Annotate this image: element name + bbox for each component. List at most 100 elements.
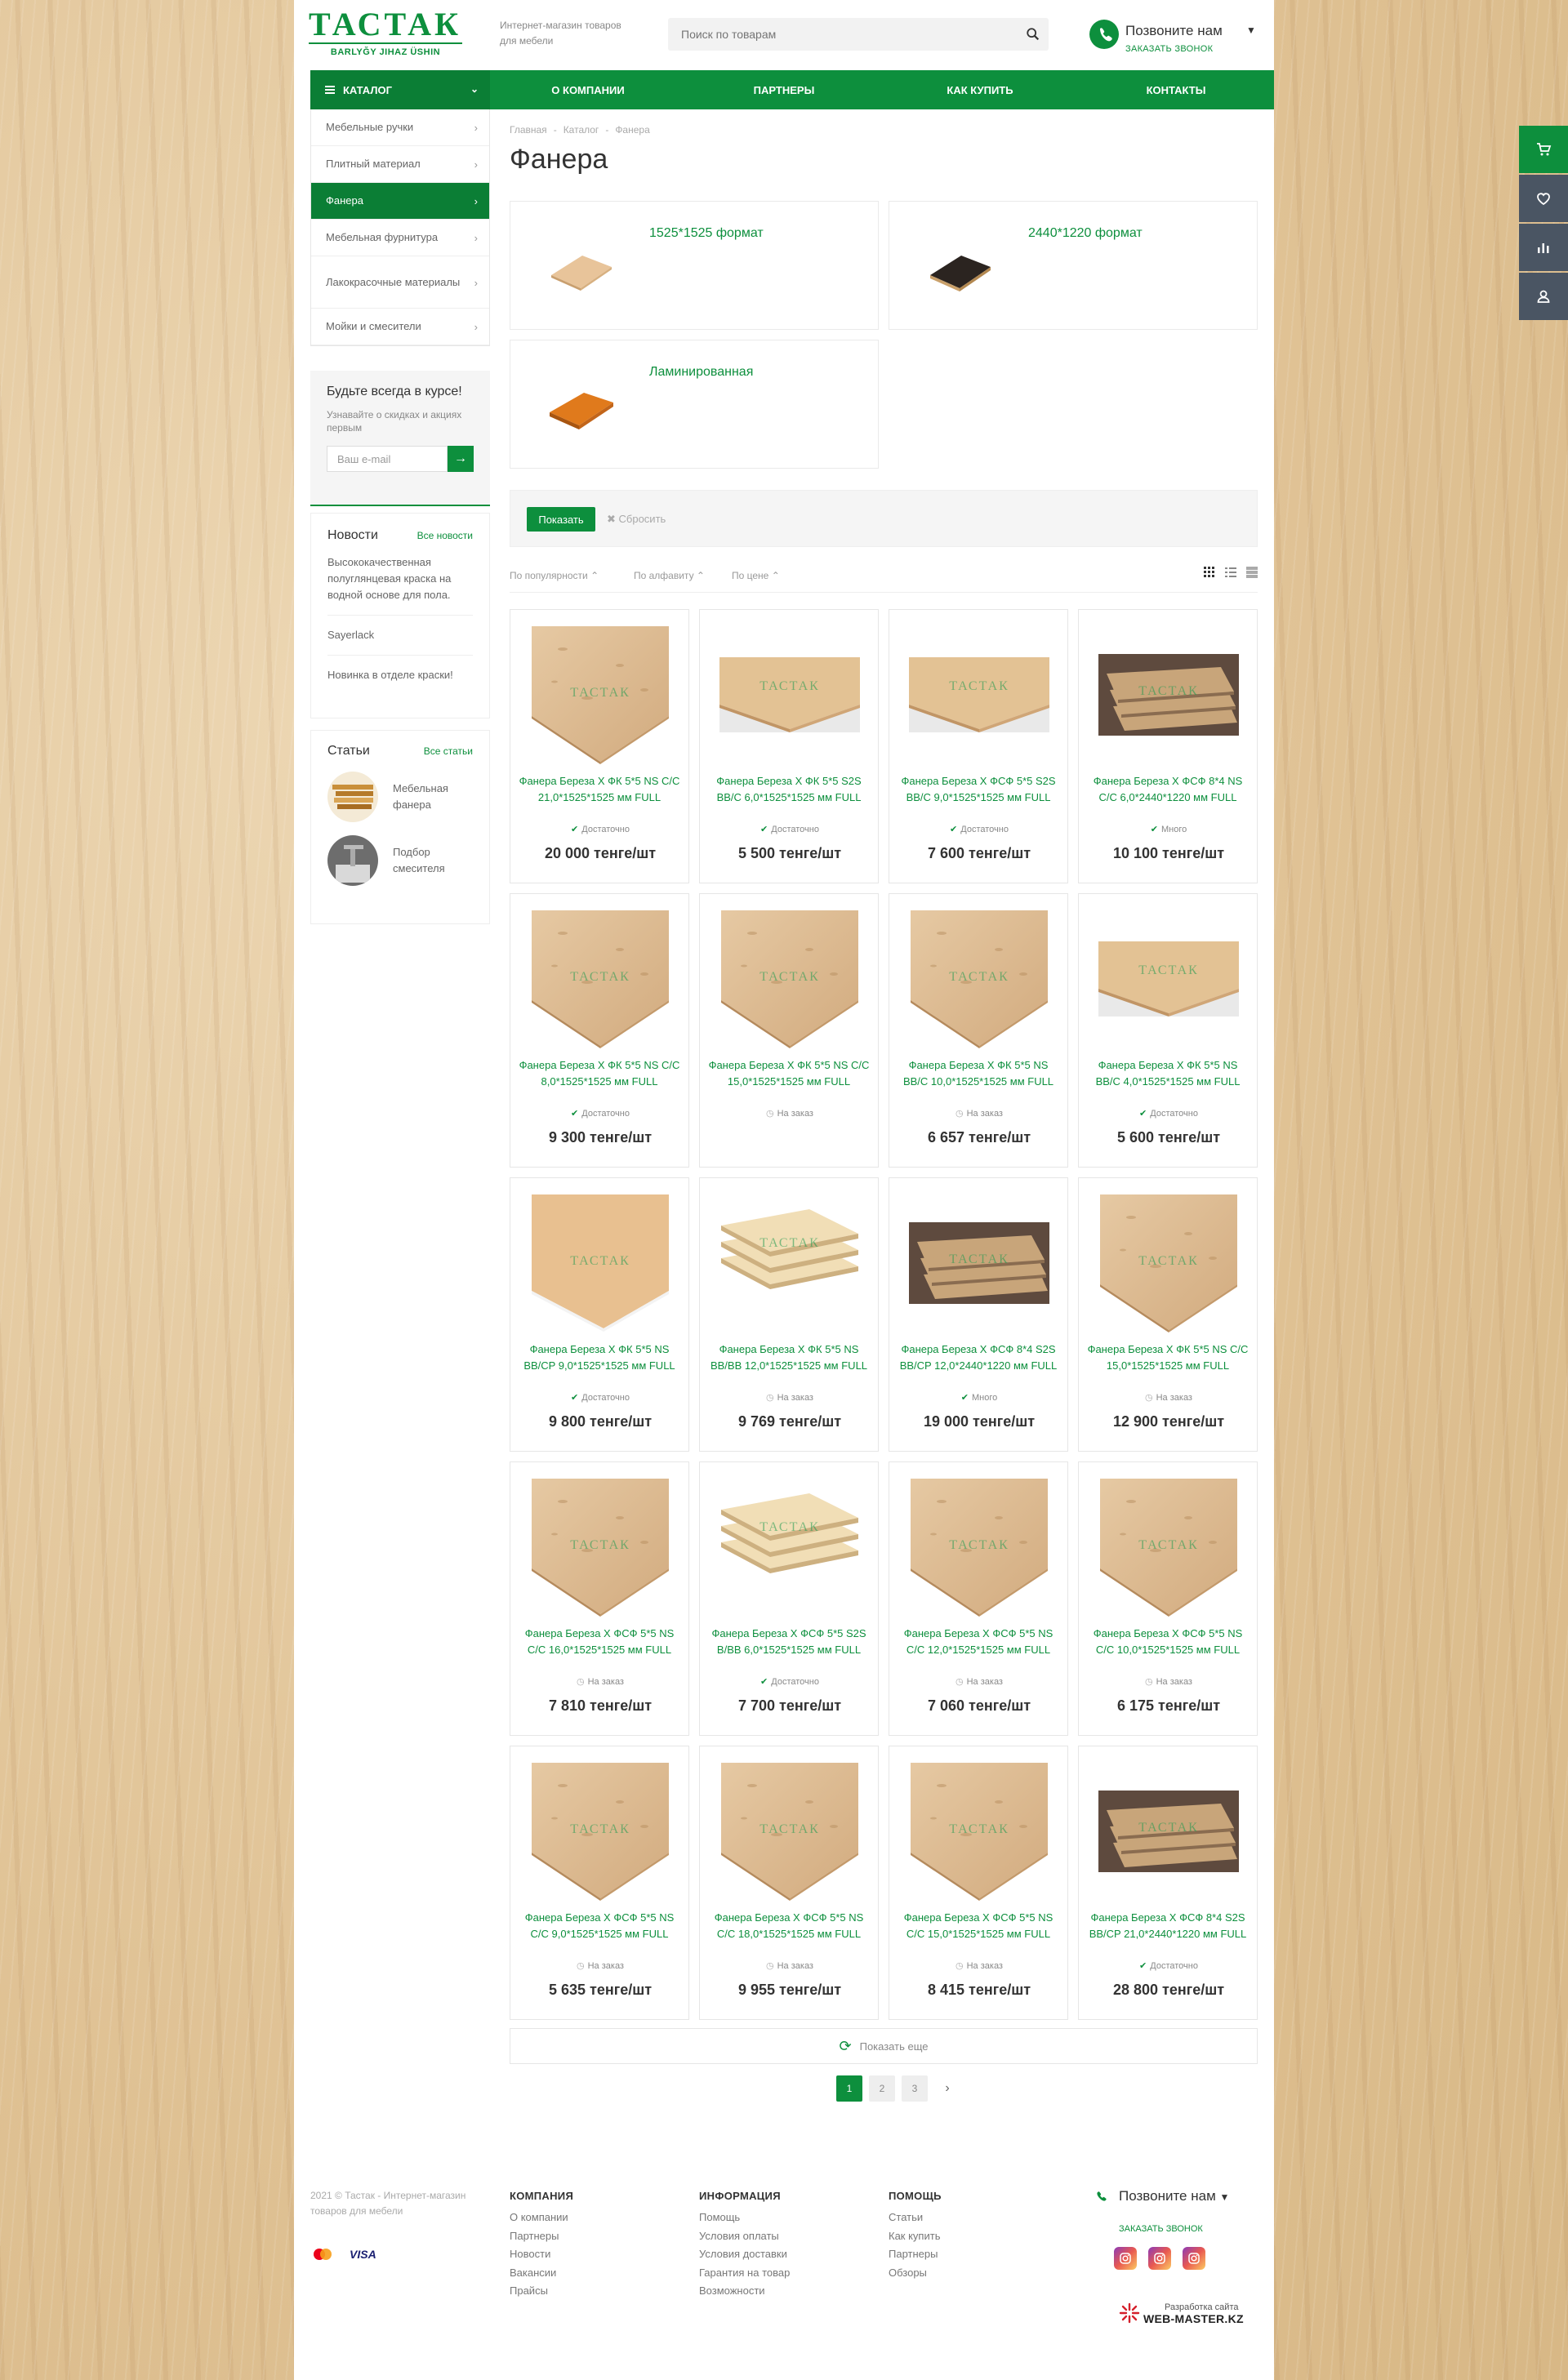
product-name[interactable]: Фанера Береза Х ФСФ 5*5 NS C/C 9,0*1525*… <box>519 1910 680 1942</box>
product-image[interactable]: ТАСТАК <box>909 909 1049 1049</box>
product-card[interactable]: ТАСТАК Фанера Береза Х ФСФ 5*5 NS C/C 18,… <box>699 1746 879 2020</box>
product-card[interactable]: ТАСТАК Фанера Береза Х ФСФ 5*5 S2S B/BB 6… <box>699 1461 879 1736</box>
product-name[interactable]: Фанера Береза Х ФСФ 5*5 S2S BB/C 9,0*152… <box>898 773 1059 806</box>
product-name[interactable]: Фанера Береза Х ФСФ 8*4 NS C/C 6,0*2440*… <box>1087 773 1249 806</box>
nav-how-to-buy[interactable]: КАК КУПИТЬ <box>882 70 1078 109</box>
nav-partners[interactable]: ПАРТНЕРЫ <box>686 70 882 109</box>
nav-about[interactable]: О КОМПАНИИ <box>490 70 686 109</box>
sidebar-item-sinks[interactable]: Мойки и смесители › <box>311 309 489 345</box>
all-news-link[interactable]: Все новости <box>417 530 473 541</box>
product-image[interactable]: ТАСТАК <box>1098 625 1239 765</box>
cart-button[interactable] <box>1519 126 1568 173</box>
product-image[interactable]: ТАСТАК <box>719 625 860 765</box>
show-more-button[interactable]: ⟳ Показать еще <box>510 2028 1258 2064</box>
sort-popularity[interactable]: По популярности ⌃ <box>510 570 599 581</box>
product-name[interactable]: Фанера Береза Х ФК 5*5 S2S BB/C 6,0*1525… <box>708 773 870 806</box>
all-articles-link[interactable]: Все статьи <box>424 745 473 757</box>
grid-view-icon[interactable] <box>1204 567 1215 578</box>
sidebar-item-paints[interactable]: Лакокрасочные материалы › <box>311 256 489 309</box>
product-card[interactable]: ТАСТАК Фанера Береза Х ФК 5*5 NS BB/C 10,… <box>889 893 1068 1168</box>
footer-link[interactable]: Вакансии <box>510 2264 573 2283</box>
product-image[interactable]: ТАСТАК <box>719 1477 860 1617</box>
compare-button[interactable] <box>1519 224 1568 271</box>
sidebar-item-handles[interactable]: Мебельные ручки › <box>311 109 489 146</box>
product-image[interactable]: ТАСТАК <box>719 1193 860 1333</box>
search-input[interactable] <box>668 18 1011 51</box>
product-name[interactable]: Фанера Береза Х ФК 5*5 NS BB/C 4,0*1525*… <box>1087 1057 1249 1090</box>
chevron-down-icon[interactable]: ▼ <box>1246 24 1256 36</box>
subcategory-card[interactable]: Ламинированная <box>510 340 879 469</box>
page-3[interactable]: 3 <box>902 2075 928 2102</box>
instagram-icon[interactable] <box>1183 2247 1205 2270</box>
product-name[interactable]: Фанера Береза Х ФК 5*5 NS C/C 15,0*1525*… <box>1087 1341 1249 1374</box>
product-image[interactable]: ТАСТАК <box>909 1193 1049 1333</box>
list-view-icon[interactable] <box>1225 567 1236 578</box>
news-item[interactable]: Новинка в отделе краски! <box>327 656 473 695</box>
product-card[interactable]: ТАСТАК Фанера Береза Х ФК 5*5 NS C/C 15,0… <box>1078 1177 1258 1452</box>
product-name[interactable]: Фанера Береза Х ФСФ 5*5 S2S B/BB 6,0*152… <box>708 1626 870 1658</box>
product-card[interactable]: ТАСТАК Фанера Береза Х ФСФ 8*4 S2S BB/CP … <box>1078 1746 1258 2020</box>
search-icon[interactable] <box>1026 27 1040 42</box>
product-image[interactable]: ТАСТАК <box>719 909 860 1049</box>
callback-link[interactable]: ЗАКАЗАТЬ ЗВОНОК <box>1125 44 1213 54</box>
sidebar-item-fittings[interactable]: Мебельная фурнитура › <box>311 220 489 256</box>
breadcrumb-catalog[interactable]: Каталог <box>564 124 599 136</box>
sidebar-item-board[interactable]: Плитный материал › <box>311 146 489 183</box>
footer-link[interactable]: Условия доставки <box>699 2245 790 2264</box>
sort-alphabet[interactable]: По алфавиту ⌃ <box>634 570 705 581</box>
table-view-icon[interactable] <box>1246 567 1258 578</box>
email-field[interactable]: Ваш e-mail <box>327 446 448 472</box>
product-image[interactable]: ТАСТАК <box>1098 909 1239 1049</box>
product-card[interactable]: ТАСТАК Фанера Береза Х ФСФ 5*5 NS C/C 9,0… <box>510 1746 689 2020</box>
instagram-icon[interactable] <box>1148 2247 1171 2270</box>
footer-link[interactable]: Помощь <box>699 2209 790 2227</box>
logo[interactable]: ТАСТАК BARLYĞY JIHAZ ÜSHIN <box>309 8 462 62</box>
product-card[interactable]: ТАСТАК Фанера Береза Х ФК 5*5 NS BB/C 4,0… <box>1078 893 1258 1168</box>
footer-phone[interactable]: Позвоните нам ▼ ЗАКАЗАТЬ ЗВОНОК <box>1094 2188 1258 2234</box>
product-card[interactable]: ТАСТАК Фанера Береза Х ФСФ 5*5 NS C/C 16,… <box>510 1461 689 1736</box>
page-1[interactable]: 1 <box>836 2075 862 2102</box>
product-name[interactable]: Фанера Береза Х ФСФ 5*5 NS C/C 10,0*1525… <box>1087 1626 1249 1658</box>
product-name[interactable]: Фанера Береза Х ФК 5*5 NS BB/CP 9,0*1525… <box>519 1341 680 1374</box>
product-image[interactable]: ТАСТАК <box>530 1761 670 1902</box>
product-card[interactable]: ТАСТАК Фанера Береза Х ФСФ 5*5 NS C/C 10,… <box>1078 1461 1258 1736</box>
article-item[interactable]: Подбор смесителя <box>327 835 473 886</box>
news-item[interactable]: Высококачественная полуглянцевая краска … <box>327 543 473 616</box>
subcategory-card[interactable]: 1525*1525 формат <box>510 201 879 330</box>
product-image[interactable]: ТАСТАК <box>909 1477 1049 1617</box>
footer-link[interactable]: Возможности <box>699 2282 790 2301</box>
footer-callback-link[interactable]: ЗАКАЗАТЬ ЗВОНОК <box>1119 2224 1258 2234</box>
product-image[interactable]: ТАСТАК <box>1098 1477 1239 1617</box>
product-image[interactable]: ТАСТАК <box>530 1477 670 1617</box>
product-card[interactable]: ТАСТАК Фанера Береза Х ФК 5*5 NS C/C 15,0… <box>699 893 879 1168</box>
product-image[interactable]: ТАСТАК <box>1098 1193 1239 1333</box>
product-image[interactable]: ТАСТАК <box>530 1193 670 1333</box>
subcategory-card[interactable]: 2440*1220 формат <box>889 201 1258 330</box>
filter-show-button[interactable]: Показать <box>527 507 595 532</box>
sidebar-item-plywood[interactable]: Фанера › <box>311 183 489 220</box>
page-2[interactable]: 2 <box>869 2075 895 2102</box>
footer-link[interactable]: Гарантия на товар <box>699 2264 790 2283</box>
footer-link[interactable]: Партнеры <box>889 2245 942 2264</box>
product-card[interactable]: ТАСТАК Фанера Береза Х ФСФ 5*5 NS C/C 15,… <box>889 1746 1068 2020</box>
footer-link[interactable]: Новости <box>510 2245 573 2264</box>
breadcrumb-home[interactable]: Главная <box>510 124 547 136</box>
footer-link[interactable]: О компании <box>510 2209 573 2227</box>
account-button[interactable] <box>1519 273 1568 320</box>
news-item[interactable]: Sayerlack <box>327 616 473 656</box>
nav-contacts[interactable]: КОНТАКТЫ <box>1078 70 1274 109</box>
footer-link[interactable]: Партнеры <box>510 2227 573 2246</box>
favorites-button[interactable] <box>1519 175 1568 222</box>
product-card[interactable]: ТАСТАК Фанера Береза Х ФСФ 8*4 NS C/C 6,0… <box>1078 609 1258 883</box>
product-image[interactable]: ТАСТАК <box>909 1761 1049 1902</box>
product-name[interactable]: Фанера Береза Х ФСФ 5*5 NS C/C 15,0*1525… <box>898 1910 1059 1942</box>
footer-link[interactable]: Обзоры <box>889 2264 942 2283</box>
filter-reset-button[interactable]: ✖ Сбросить <box>607 513 666 526</box>
product-name[interactable]: Фанера Береза Х ФК 5*5 NS C/C 8,0*1525*1… <box>519 1057 680 1090</box>
footer-link[interactable]: Статьи <box>889 2209 942 2227</box>
product-image[interactable]: ТАСТАК <box>530 625 670 765</box>
subscribe-button[interactable]: → <box>448 446 474 472</box>
instagram-icon[interactable] <box>1114 2247 1137 2270</box>
product-name[interactable]: Фанера Береза Х ФК 5*5 NS BB/BB 12,0*152… <box>708 1341 870 1374</box>
article-item[interactable]: Мебельная фанера <box>327 772 473 822</box>
